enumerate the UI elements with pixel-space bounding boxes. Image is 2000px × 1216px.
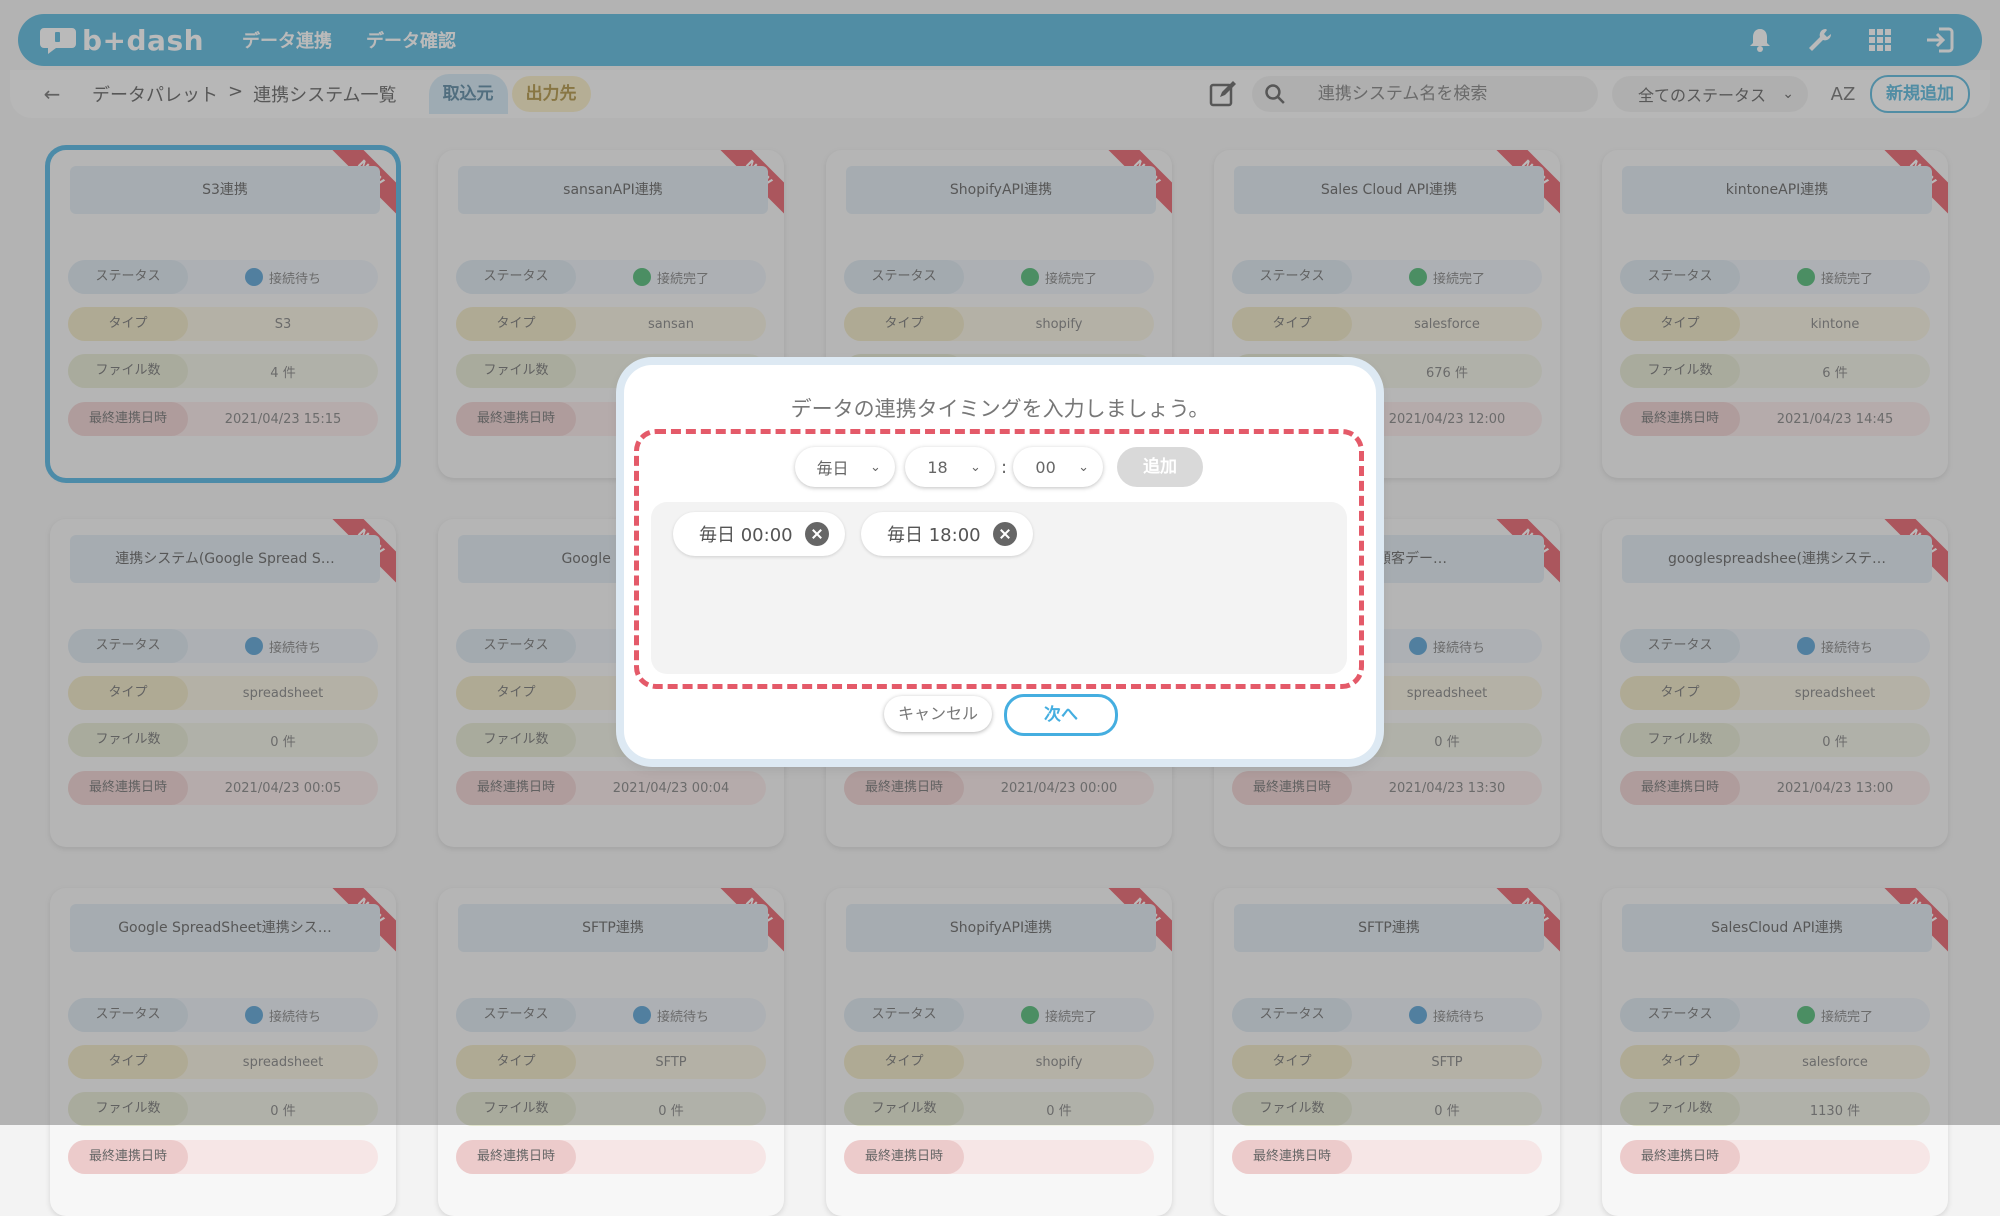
time-chip: 毎日 00:00 <box>673 512 845 556</box>
time-controls: 毎日 ⌄ 18 ⌄ : 00 ⌄ 追加 <box>639 444 1359 490</box>
frequency-select[interactable]: 毎日 ⌄ <box>794 447 895 487</box>
modal-title: データの連携タイミングを入力しましょう。 <box>790 397 1210 421</box>
hour-value: 18 <box>927 457 948 477</box>
frequency-value: 毎日 <box>816 459 849 478</box>
schedule-modal: データの連携タイミングを入力しましょう。 毎日 ⌄ 18 ⌄ : 00 ⌄ 追加… <box>624 365 1376 759</box>
add-time-button[interactable]: 追加 <box>1117 447 1204 487</box>
chevron-down-icon: ⌄ <box>1078 459 1090 475</box>
minute-select[interactable]: 00 ⌄ <box>1013 447 1104 487</box>
highlight-box: 毎日 ⌄ 18 ⌄ : 00 ⌄ 追加 毎日 00:00 毎日 18:00 <box>634 429 1364 689</box>
chevron-down-icon: ⌄ <box>970 459 981 475</box>
date-label: 最終連携日時 <box>844 1140 964 1174</box>
scheduled-times-list: 毎日 00:00 毎日 18:00 <box>651 502 1347 674</box>
date-row: 最終連携日時 <box>1620 1140 1930 1174</box>
time-chip: 毎日 18:00 <box>861 512 1033 556</box>
time-colon: : <box>1000 456 1008 478</box>
date-row: 最終連携日時 <box>844 1140 1154 1174</box>
date-label: 最終連携日時 <box>1620 1140 1740 1174</box>
date-label: 最終連携日時 <box>1232 1140 1352 1174</box>
cancel-button[interactable]: キャンセル <box>884 696 992 732</box>
date-label: 最終連携日時 <box>456 1140 576 1174</box>
date-label: 最終連携日時 <box>68 1140 188 1174</box>
next-button[interactable]: 次へ <box>1004 694 1118 736</box>
date-row: 最終連携日時 <box>456 1140 766 1174</box>
time-chip-label: 毎日 00:00 <box>699 525 793 546</box>
hour-select[interactable]: 18 ⌄ <box>904 447 995 487</box>
chevron-down-icon: ⌄ <box>870 459 881 475</box>
time-chip-label: 毎日 18:00 <box>887 525 981 546</box>
remove-time-icon[interactable] <box>992 522 1017 546</box>
minute-value: 00 <box>1035 457 1056 477</box>
date-row: 最終連携日時 <box>68 1140 378 1174</box>
date-row: 最終連携日時 <box>1232 1140 1542 1174</box>
remove-time-icon[interactable] <box>804 522 829 546</box>
